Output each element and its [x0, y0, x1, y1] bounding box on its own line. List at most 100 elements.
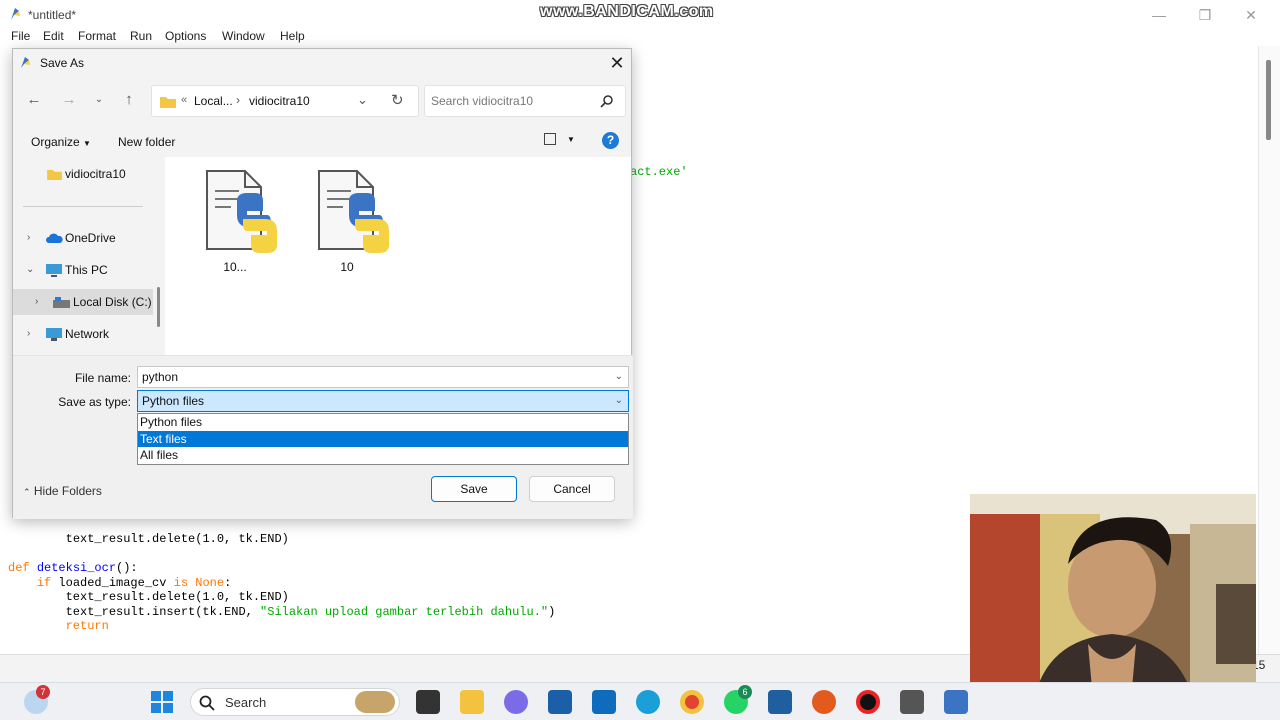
chevron-right-icon[interactable]: › [27, 225, 30, 251]
cancel-button[interactable]: Cancel [529, 476, 615, 502]
code-line: if loaded_image_cv is None: [36, 576, 232, 590]
nav-item-onedrive[interactable]: › OneDrive [13, 225, 153, 251]
webcam-image [970, 494, 1256, 710]
nav-divider [23, 206, 143, 207]
webcam-overlay [970, 494, 1256, 710]
address-dropdown-icon[interactable]: ⌄ [357, 92, 368, 108]
save-as-dialog: Save As ✕ ← → ⌄ ↑ « Local... › vidiocitr… [12, 48, 633, 519]
chevron-down-icon[interactable]: ⌄ [615, 391, 623, 411]
search-box[interactable]: Search vidiocitra10 [424, 85, 626, 117]
refresh-icon[interactable]: ↻ [391, 91, 404, 109]
bandicam-watermark: www.BANDICAM.com [540, 3, 714, 20]
view-options-chevron-icon[interactable]: ▼ [567, 135, 575, 144]
dialog-close-button[interactable]: ✕ [605, 51, 629, 75]
dialog-toolbar: Organize ▼ New folder ▼ ? [13, 127, 633, 157]
nav-item-network[interactable]: › Network [13, 321, 153, 347]
forward-arrow-icon[interactable]: → [58, 89, 80, 111]
bandicam-record-icon[interactable] [856, 690, 880, 714]
address-overflow[interactable]: « [181, 94, 187, 106]
outlook-icon[interactable] [592, 690, 616, 714]
nav-scrollbar[interactable] [157, 287, 160, 327]
organize-button[interactable]: Organize ▼ [31, 135, 91, 149]
python-file-icon [318, 170, 389, 253]
option-text-files[interactable]: Text files [138, 431, 628, 447]
search-highlight-icon [355, 691, 395, 713]
copilot-icon[interactable] [504, 690, 528, 714]
store-icon[interactable] [548, 690, 572, 714]
hide-folders-button[interactable]: ⌃ Hide Folders [23, 484, 102, 498]
chevron-down-icon[interactable]: ⌄ [26, 257, 34, 283]
taskbar-search[interactable]: Search [190, 688, 400, 716]
nav-label: Network [65, 327, 110, 341]
maximize-button[interactable]: ❐ [1182, 4, 1228, 26]
python-feather-icon [21, 57, 30, 68]
nav-label: OneDrive [65, 231, 116, 245]
up-arrow-icon[interactable]: ↑ [118, 89, 140, 111]
taskbar-search-label: Search [225, 695, 267, 710]
windows-start-icon[interactable] [150, 690, 174, 714]
code-line: text_result.delete(1.0, tk.END) [65, 590, 289, 604]
cloud-icon [46, 233, 63, 243]
nav-item-local-disk[interactable]: › Local Disk (C:) [13, 289, 153, 315]
nav-item-vidiocitra10[interactable]: vidiocitra10 [13, 161, 153, 187]
code-line: text_result.delete(1.0, tk.END) [65, 532, 289, 546]
chevron-down-icon[interactable]: ⌄ [615, 367, 623, 387]
file-item[interactable]: 10 [313, 167, 393, 277]
close-window-button[interactable]: ✕ [1228, 4, 1274, 26]
address-bar[interactable]: « Local... › vidiocitra10 ⌄ ↻ [151, 85, 419, 117]
navigation-pane: vidiocitra10 › OneDrive ⌄ This PC › Loca… [13, 157, 160, 355]
computer-icon [46, 264, 62, 277]
menu-format[interactable]: Format [78, 29, 116, 43]
breadcrumb-current[interactable]: vidiocitra10 [249, 94, 310, 108]
code-fragment: act.exe' [630, 165, 688, 179]
chevron-right-icon[interactable]: › [35, 289, 38, 315]
firefox-icon[interactable] [812, 690, 836, 714]
save-type-select[interactable]: Python files ⌄ [137, 390, 629, 412]
camera-icon[interactable] [900, 690, 924, 714]
nav-item-this-pc[interactable]: ⌄ This PC [13, 257, 153, 283]
new-folder-button[interactable]: New folder [118, 135, 175, 149]
search-icon [199, 695, 215, 711]
idle-window-title: *untitled* [28, 8, 77, 22]
breadcrumb-local[interactable]: Local... [194, 94, 233, 108]
file-list[interactable]: 10... 10 [165, 157, 631, 355]
folder-icon [47, 169, 62, 180]
calculator-icon[interactable] [768, 690, 792, 714]
menu-file[interactable]: File [11, 29, 30, 43]
edge-icon[interactable] [636, 690, 660, 714]
taskbar: 7 Search 6 [0, 682, 1280, 720]
file-name-input[interactable]: python ⌄ [137, 366, 629, 388]
chevron-right-icon[interactable]: › [27, 321, 30, 347]
recent-locations-chevron-icon[interactable]: ⌄ [88, 89, 110, 111]
python-idle-icon[interactable] [944, 690, 968, 714]
chrome-icon[interactable] [680, 690, 704, 714]
menu-options[interactable]: Options [165, 29, 206, 43]
breadcrumb-separator: › [236, 93, 240, 107]
file-item[interactable]: 10... [201, 167, 281, 277]
drive-icon [53, 297, 70, 308]
save-button[interactable]: Save [431, 476, 517, 502]
file-name-label: File name: [74, 371, 131, 385]
view-options-icon[interactable] [544, 133, 556, 145]
minimize-button[interactable]: — [1136, 4, 1182, 26]
python-file-icon [206, 170, 277, 253]
save-type-dropdown[interactable]: Python files Text files All files [137, 413, 629, 465]
network-icon [46, 328, 62, 341]
search-icon [600, 95, 613, 108]
nav-label: Local Disk (C:) [73, 295, 152, 309]
code-line: text_result.insert(tk.END, "Silakan uplo… [65, 605, 556, 619]
option-all-files[interactable]: All files [138, 447, 628, 463]
file-explorer-icon[interactable] [460, 690, 484, 714]
menu-window[interactable]: Window [222, 29, 265, 43]
menu-edit[interactable]: Edit [43, 29, 64, 43]
help-icon[interactable]: ? [602, 132, 619, 149]
task-view-icon[interactable] [416, 690, 440, 714]
back-arrow-icon[interactable]: ← [23, 89, 45, 111]
menu-run[interactable]: Run [130, 29, 152, 43]
menu-help[interactable]: Help [280, 29, 305, 43]
option-python-files[interactable]: Python files [138, 414, 628, 430]
dialog-title: Save As [40, 56, 85, 70]
search-placeholder[interactable]: Search vidiocitra10 [431, 94, 533, 108]
notification-badge: 7 [36, 685, 50, 699]
editor-scroll-thumb[interactable] [1266, 60, 1271, 140]
